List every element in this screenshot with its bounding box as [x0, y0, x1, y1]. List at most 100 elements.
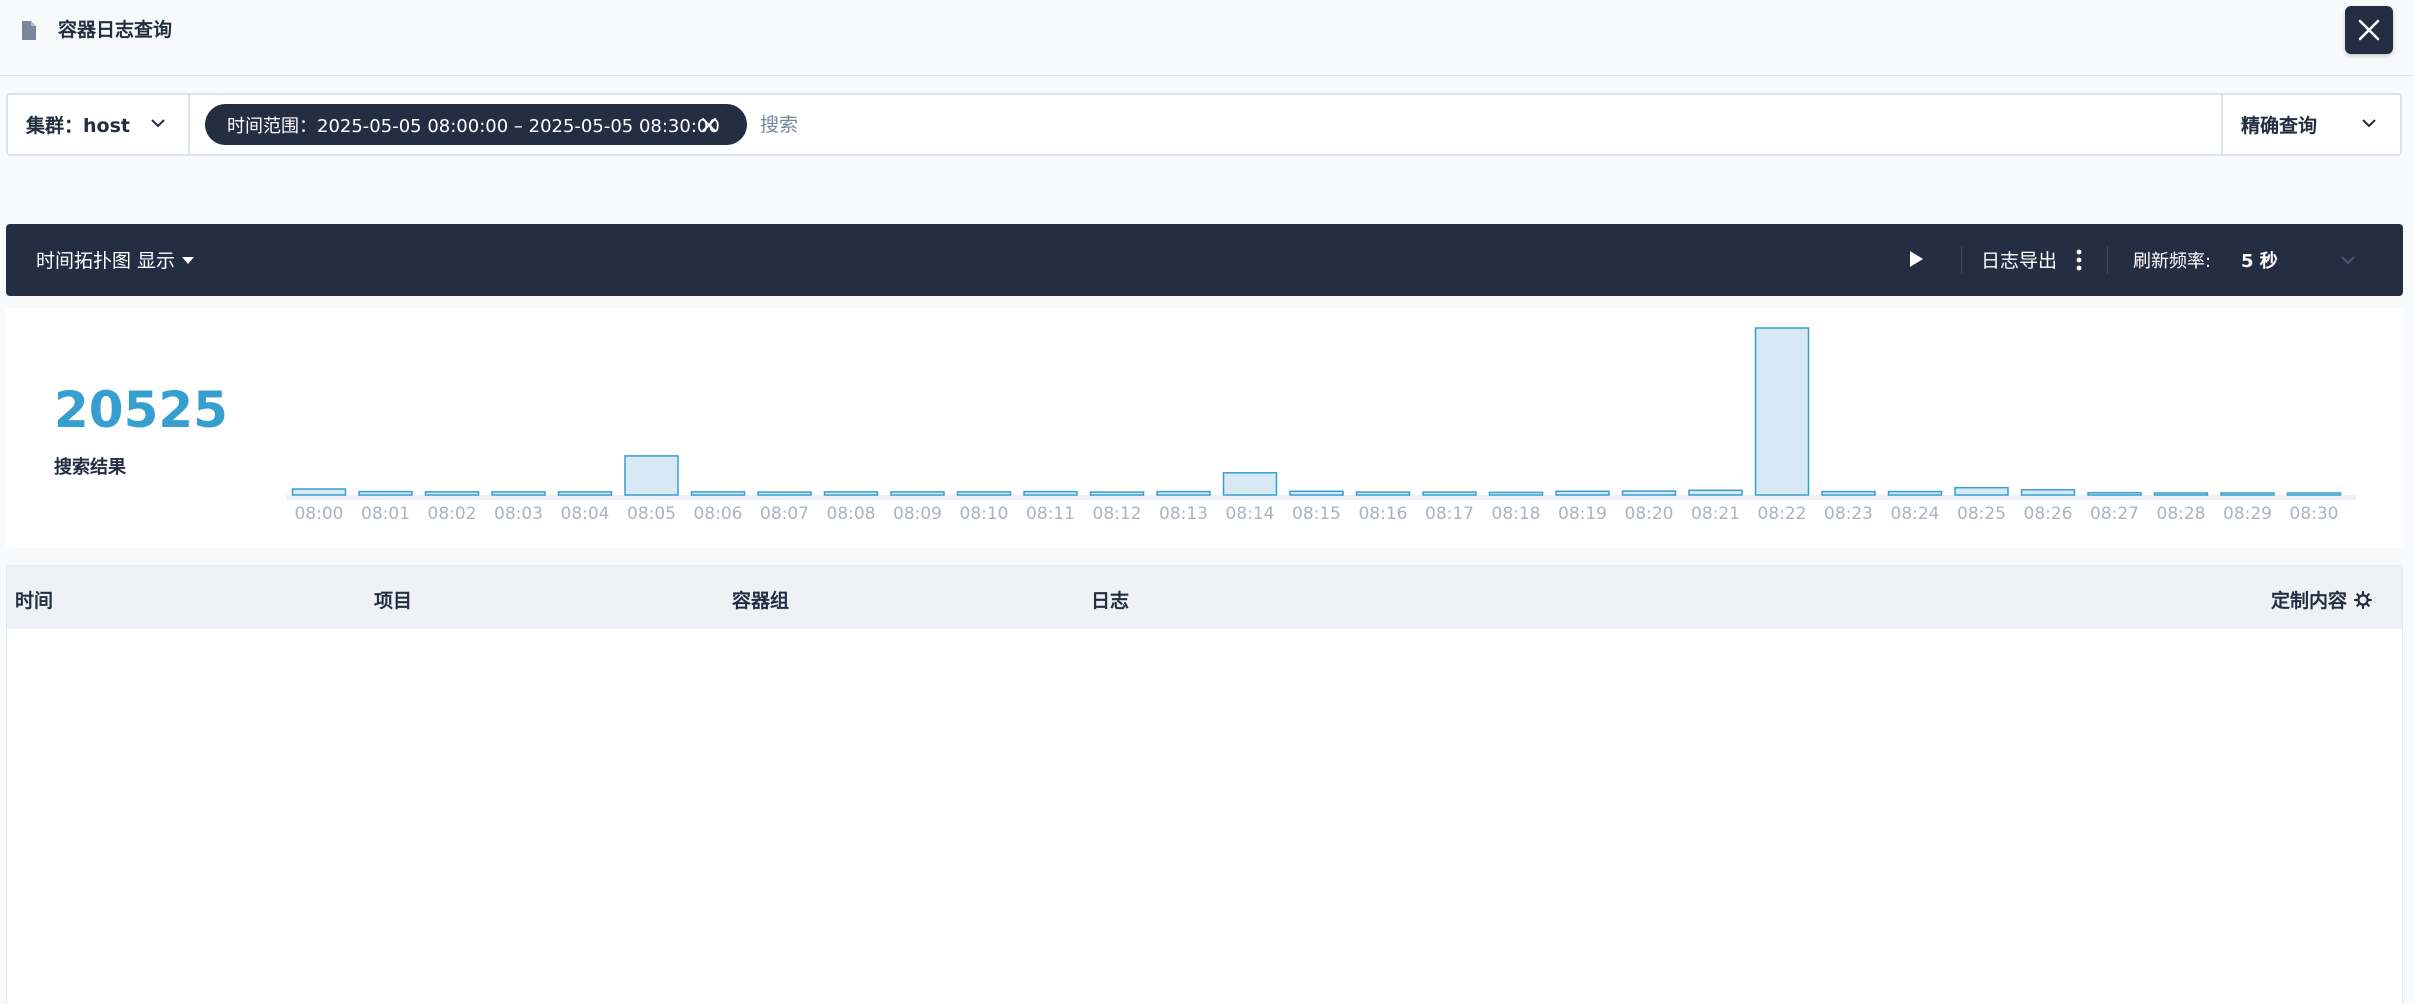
histogram-bar[interactable] — [823, 491, 879, 496]
export-logs-button[interactable]: 日志导出 — [1981, 246, 2057, 273]
histogram-bar[interactable] — [2220, 492, 2275, 496]
x-tick-label: 08:25 — [1957, 504, 2006, 524]
query-mode-label: 精确查询 — [2241, 115, 2318, 137]
histogram-bar[interactable] — [491, 491, 546, 496]
query-mode-select[interactable]: 精确查询 — [2221, 95, 2400, 154]
histogram-bar[interactable] — [1555, 490, 1610, 496]
log-toolbar: 时间拓扑图 显示 日志导出 刷新频率: 5 秒 — [6, 224, 2403, 296]
histogram-bar[interactable] — [1222, 472, 1278, 496]
column-header-project[interactable]: 项目 — [374, 586, 412, 613]
histogram-bar[interactable] — [1887, 490, 1943, 496]
histogram-bar[interactable] — [358, 490, 413, 496]
topology-toggle-label: 时间拓扑图 显示 — [36, 250, 176, 272]
histogram-bar[interactable] — [1355, 491, 1411, 496]
histogram-bar[interactable] — [2153, 492, 2209, 496]
x-tick-label: 08:13 — [1159, 504, 1208, 524]
page-header: 容器日志查询 — [0, 0, 2414, 76]
x-tick-label: 08:18 — [1492, 504, 1541, 524]
histogram-card: 20525 搜索结果 08:00 08:01 08:02 08:03 08:04 08:0… — [6, 308, 2403, 548]
x-tick-label: 08:23 — [1824, 504, 1873, 524]
refresh-rate-value[interactable]: 5 秒 — [2241, 247, 2278, 273]
histogram-bar[interactable] — [291, 488, 347, 496]
histogram-bar[interactable] — [1289, 490, 1344, 496]
x-tick-label: 08:10 — [960, 504, 1009, 524]
x-tick-label: 08:16 — [1359, 504, 1408, 524]
time-range-tag[interactable]: 时间范围：2025-05-05 08:00:00 – 2025-05-05 08… — [205, 104, 747, 145]
search-input[interactable] — [754, 103, 2214, 146]
x-tick-label: 08:04 — [561, 504, 610, 524]
chevron-down-icon[interactable] — [2340, 254, 2356, 266]
x-tick-label: 08:26 — [2024, 504, 2073, 524]
histogram-bar[interactable] — [757, 491, 812, 496]
topology-toggle[interactable]: 时间拓扑图 显示 — [36, 246, 195, 273]
x-tick-label: 08:00 — [295, 504, 344, 524]
histogram-bar[interactable] — [1621, 490, 1677, 496]
histogram-bar[interactable] — [624, 455, 679, 496]
log-table: 时间 项目 容器组 日志 定制内容 — [6, 565, 2403, 1004]
histogram-bar[interactable] — [424, 491, 480, 496]
histogram-bar[interactable] — [2087, 491, 2142, 496]
histogram-bar[interactable] — [1954, 486, 2009, 496]
page-title: 容器日志查询 — [58, 19, 173, 41]
chevron-down-icon — [151, 119, 165, 128]
x-tick-label: 08:17 — [1425, 504, 1474, 524]
x-tick-label: 08:27 — [2090, 504, 2139, 524]
column-header-pod[interactable]: 容器组 — [732, 586, 789, 613]
gear-icon — [2353, 590, 2373, 609]
divider — [2107, 246, 2108, 274]
search-bar: 集群：host 时间范围：2025-05-05 08:00:00 – 2025-… — [6, 93, 2402, 156]
histogram-bar[interactable] — [956, 491, 1012, 496]
customize-columns-button[interactable]: 定制内容 — [2271, 586, 2373, 613]
close-button[interactable] — [2345, 6, 2393, 54]
histogram-bar[interactable] — [690, 491, 746, 496]
x-tick-label: 08:15 — [1292, 504, 1341, 524]
divider — [1961, 246, 1962, 274]
x-tick-label: 08:19 — [1558, 504, 1607, 524]
histogram-bar[interactable] — [1821, 490, 1876, 496]
x-tick-label: 08:12 — [1093, 504, 1142, 524]
histogram-bar[interactable] — [1023, 490, 1078, 496]
x-tick-label: 08:28 — [2157, 504, 2206, 524]
refresh-rate-label: 刷新频率: — [2133, 251, 2212, 272]
caret-down-icon — [182, 256, 195, 264]
customize-columns-label: 定制内容 — [2271, 590, 2348, 612]
table-header: 时间 项目 容器组 日志 定制内容 — [7, 566, 2402, 629]
more-icon[interactable] — [2075, 248, 2083, 272]
histogram-bar[interactable] — [1754, 327, 1810, 496]
histogram-bar[interactable] — [890, 491, 945, 496]
histogram-bar[interactable] — [2020, 489, 2076, 496]
x-tick-label: 08:03 — [494, 504, 543, 524]
chevron-down-icon — [2362, 119, 2376, 128]
x-tick-label: 08:20 — [1625, 504, 1674, 524]
cluster-select[interactable]: 集群：host — [8, 95, 190, 154]
histogram-bar[interactable] — [1488, 491, 1544, 496]
cluster-select-label: 集群：host — [26, 115, 130, 137]
histogram-bar[interactable] — [1688, 489, 1743, 496]
x-tick-label: 08:01 — [361, 504, 410, 524]
x-tick-label: 08:14 — [1226, 504, 1275, 524]
x-tick-label: 08:07 — [760, 504, 809, 524]
x-tick-label: 08:02 — [428, 504, 477, 524]
column-header-time[interactable]: 时间 — [15, 586, 53, 613]
x-tick-label: 08:09 — [893, 504, 942, 524]
histogram-bar[interactable] — [2286, 492, 2342, 496]
x-tick-label: 08:30 — [2290, 504, 2339, 524]
remove-tag-icon[interactable] — [701, 117, 717, 133]
time-range-text: 时间范围：2025-05-05 08:00:00 – 2025-05-05 08… — [227, 115, 720, 137]
x-tick-label: 08:22 — [1758, 504, 1807, 524]
x-tick-label: 08:05 — [627, 504, 676, 524]
histogram-bar[interactable] — [557, 491, 613, 496]
close-icon — [2358, 19, 2380, 41]
x-tick-label: 08:08 — [827, 504, 876, 524]
play-icon[interactable] — [1908, 250, 1924, 268]
x-tick-label: 08:11 — [1026, 504, 1075, 524]
histogram-bar[interactable] — [1089, 491, 1145, 496]
x-tick-label: 08:06 — [694, 504, 743, 524]
log-histogram-chart: 08:00 08:01 08:02 08:03 08:04 08:05 08:06 08:07… — [286, 327, 2356, 524]
x-tick-label: 08:21 — [1691, 504, 1740, 524]
histogram-bar[interactable] — [1422, 491, 1477, 496]
x-tick-label: 08:24 — [1891, 504, 1940, 524]
document-icon — [22, 21, 36, 40]
histogram-bar[interactable] — [1156, 490, 1211, 496]
column-header-log[interactable]: 日志 — [1091, 586, 1129, 613]
